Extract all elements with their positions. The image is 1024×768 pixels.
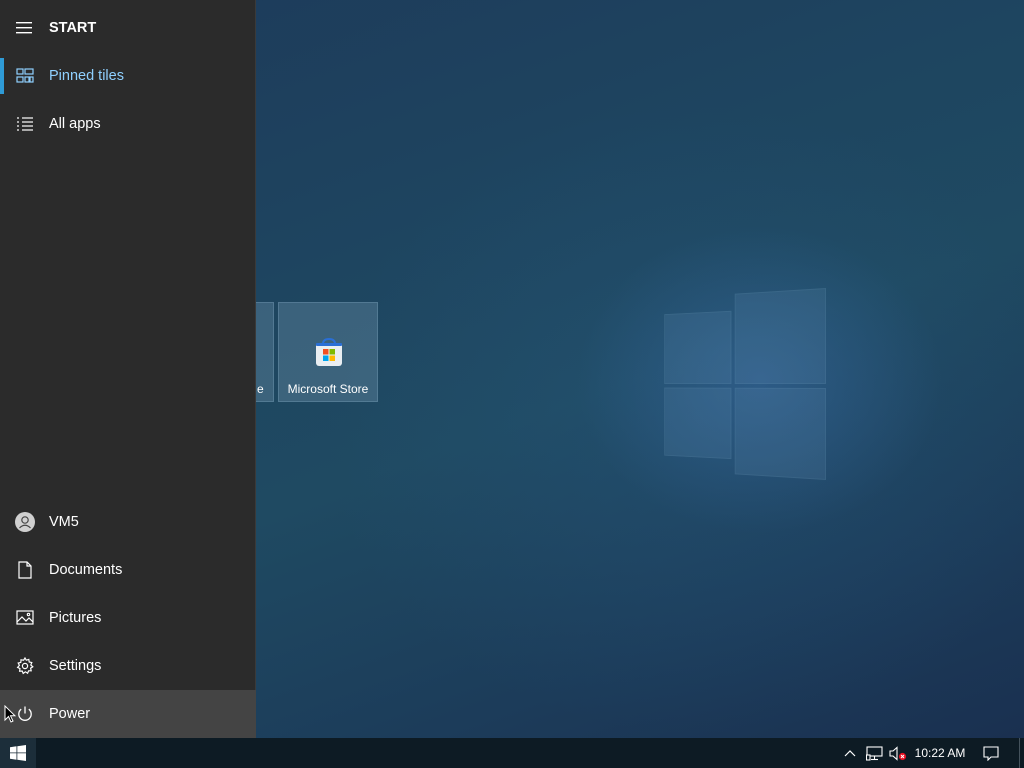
tile-microsoft-store[interactable]: Microsoft Store bbox=[278, 302, 378, 402]
nav-pinned-tiles[interactable]: Pinned tiles bbox=[0, 52, 256, 100]
list-icon bbox=[15, 114, 35, 134]
nav-label: VM5 bbox=[49, 514, 79, 530]
network-button[interactable] bbox=[863, 738, 885, 768]
windows-wallpaper-logo bbox=[664, 288, 826, 480]
action-center-button[interactable] bbox=[976, 738, 1006, 768]
start-menu-expand-button[interactable]: START bbox=[0, 4, 256, 52]
nav-label: Settings bbox=[49, 658, 102, 674]
microsoft-store-icon bbox=[316, 337, 342, 366]
nav-label: Power bbox=[49, 706, 91, 722]
windows-logo-icon bbox=[10, 745, 26, 761]
gear-icon bbox=[15, 656, 35, 676]
volume-muted-icon bbox=[889, 745, 907, 761]
power-icon bbox=[15, 704, 35, 724]
taskbar-clock[interactable]: 10:22 AM bbox=[908, 738, 972, 768]
nav-power[interactable]: Power bbox=[0, 690, 256, 738]
user-avatar-icon bbox=[15, 512, 35, 532]
volume-button[interactable] bbox=[887, 738, 909, 768]
pictures-icon bbox=[15, 608, 35, 628]
show-hidden-icons-button[interactable] bbox=[840, 738, 860, 768]
tiles-icon bbox=[15, 66, 35, 86]
nav-user-account[interactable]: VM5 bbox=[0, 498, 256, 546]
chevron-up-icon bbox=[844, 750, 856, 757]
document-icon bbox=[15, 560, 35, 580]
taskbar: 10:22 AM bbox=[0, 738, 1024, 768]
action-center-icon bbox=[983, 745, 999, 761]
nav-label: Documents bbox=[49, 562, 123, 578]
nav-label: Pinned tiles bbox=[49, 68, 124, 84]
nav-label: All apps bbox=[49, 116, 101, 132]
hamburger-menu-icon bbox=[15, 18, 35, 38]
start-header-label: START bbox=[49, 20, 97, 36]
tile-label: e bbox=[257, 382, 264, 396]
nav-label: Pictures bbox=[49, 610, 102, 626]
mouse-cursor bbox=[4, 705, 16, 723]
nav-pictures[interactable]: Pictures bbox=[0, 594, 256, 642]
start-menu-nav: START Pinned tiles All apps VM5 Document… bbox=[0, 0, 256, 738]
nav-documents[interactable]: Documents bbox=[0, 546, 256, 594]
nav-settings[interactable]: Settings bbox=[0, 642, 256, 690]
nav-all-apps[interactable]: All apps bbox=[0, 100, 256, 148]
start-button[interactable] bbox=[0, 738, 36, 768]
tile-label: Microsoft Store bbox=[287, 382, 369, 396]
show-desktop-button[interactable] bbox=[1019, 738, 1024, 768]
network-icon bbox=[865, 745, 883, 761]
